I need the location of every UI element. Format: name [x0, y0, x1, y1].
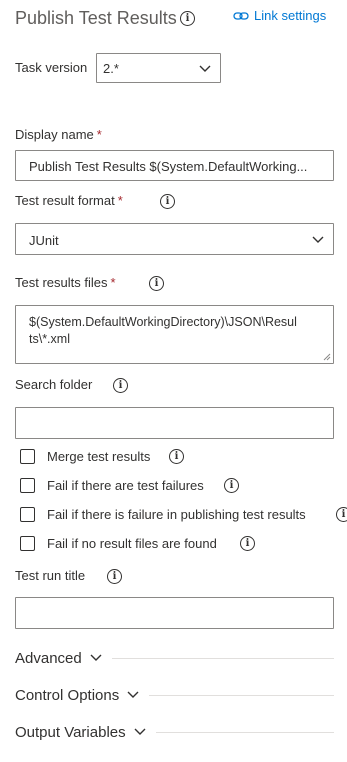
display-name-label: Display name * — [15, 127, 102, 142]
chevron-down-icon — [199, 65, 211, 72]
test-results-files-label: Test results files * — [15, 275, 116, 290]
section-output-variables[interactable]: Output Variables — [15, 722, 334, 742]
section-divider — [111, 657, 334, 659]
checkbox-box[interactable] — [20, 507, 35, 522]
display-name-value: Publish Test Results $(System.DefaultWor… — [29, 159, 308, 174]
test-run-title-field[interactable] — [15, 597, 334, 629]
checkbox-label: Fail if there is failure in publishing t… — [47, 507, 306, 522]
resize-grip-icon[interactable] — [323, 353, 331, 361]
test-results-files-textarea[interactable]: $(System.DefaultWorkingDirectory)\JSON\R… — [15, 305, 334, 364]
info-icon[interactable]: i — [180, 11, 195, 26]
info-icon[interactable]: i — [336, 507, 347, 522]
checkbox-box[interactable] — [20, 536, 35, 551]
chevron-down-icon — [312, 236, 324, 243]
link-icon — [233, 11, 249, 20]
display-name-field[interactable]: Publish Test Results $(System.DefaultWor… — [15, 150, 334, 181]
test-results-files-line2: ts\*.xml — [29, 332, 70, 346]
section-control-options[interactable]: Control Options — [15, 685, 334, 705]
section-divider — [155, 731, 334, 733]
link-settings-label: Link settings — [254, 8, 327, 23]
page-title: Publish Test Results — [15, 8, 177, 28]
test-result-format-label: Test result format * — [15, 193, 123, 208]
checkbox-fail-on-test-failures[interactable]: Fail if there are test failures — [20, 478, 204, 493]
checkbox-label: Fail if no result files are found — [47, 536, 217, 551]
info-icon[interactable]: i — [160, 194, 175, 209]
required-marker: * — [117, 193, 123, 208]
checkbox-box[interactable] — [20, 449, 35, 464]
required-marker: * — [96, 127, 102, 142]
checkbox-merge-test-results[interactable]: Merge test results — [20, 449, 150, 464]
section-advanced[interactable]: Advanced — [15, 648, 334, 668]
test-run-title-label: Test run title — [15, 568, 86, 583]
section-label: Advanced — [15, 649, 82, 667]
link-settings-button[interactable]: Link settings — [233, 8, 326, 23]
section-label: Output Variables — [15, 723, 126, 741]
test-result-format-value: JUnit — [29, 233, 59, 248]
chevron-down-icon — [127, 691, 139, 698]
checkbox-fail-on-publish-failure[interactable]: Fail if there is failure in publishing t… — [20, 507, 306, 522]
task-version-label: Task version — [15, 60, 88, 75]
task-version-dropdown[interactable]: 2.* — [96, 53, 221, 83]
section-divider — [149, 694, 334, 696]
info-icon[interactable]: i — [224, 478, 239, 493]
section-label: Control Options — [15, 686, 120, 704]
checkbox-fail-if-no-files[interactable]: Fail if no result files are found — [20, 536, 217, 551]
info-icon[interactable]: i — [107, 569, 122, 584]
info-icon[interactable]: i — [240, 536, 255, 551]
search-folder-label: Search folder — [15, 377, 93, 392]
chevron-down-icon — [134, 728, 146, 735]
required-marker: * — [110, 275, 116, 290]
test-results-files-line1: $(System.DefaultWorkingDirectory)\JSON\R… — [29, 315, 297, 329]
checkbox-box[interactable] — [20, 478, 35, 493]
checkbox-label: Fail if there are test failures — [47, 478, 204, 493]
task-version-value: 2.* — [103, 61, 119, 76]
info-icon[interactable]: i — [169, 449, 184, 464]
info-icon[interactable]: i — [149, 276, 164, 291]
search-folder-field[interactable] — [15, 407, 334, 439]
chevron-down-icon — [90, 654, 102, 661]
checkbox-label: Merge test results — [47, 449, 151, 464]
info-icon[interactable]: i — [113, 378, 128, 393]
test-result-format-dropdown[interactable]: JUnit — [15, 223, 334, 255]
